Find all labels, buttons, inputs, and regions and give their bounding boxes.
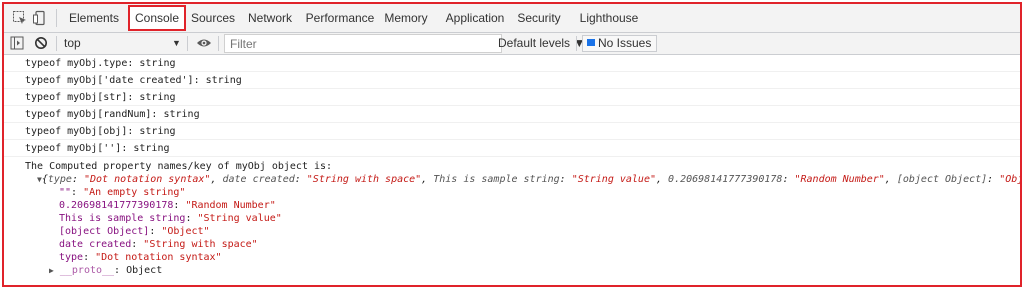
default-levels-dropdown[interactable]: Default levels ▼ xyxy=(498,33,585,54)
console-message: typeof myObj['date created']: string xyxy=(4,72,1020,89)
tab-performance[interactable]: Performance xyxy=(304,4,376,32)
inspect-element-icon[interactable] xyxy=(12,10,28,26)
issues-label: No Issues xyxy=(598,36,652,50)
clear-console-icon[interactable] xyxy=(34,36,50,52)
console-message: typeof myObj['']: string xyxy=(4,140,1020,157)
object-property: type: "Dot notation syntax" xyxy=(59,252,222,263)
console-message: typeof myObj.type: string xyxy=(4,55,1020,72)
object-log-entry: The Computed property names/key of myObj… xyxy=(4,159,1020,285)
divider xyxy=(56,9,57,27)
devtools-frame: Elements Console Sources Network Perform… xyxy=(2,2,1022,287)
object-summary[interactable]: ▼{type: "Dot notation syntax", date crea… xyxy=(37,173,1020,186)
tab-network[interactable]: Network xyxy=(245,4,295,32)
tab-elements[interactable]: Elements xyxy=(68,4,120,32)
object-property: This is sample string: "String value" xyxy=(59,213,282,224)
device-toolbar-icon[interactable] xyxy=(32,10,48,26)
console-output: typeof myObj.type: string typeof myObj['… xyxy=(4,55,1020,285)
divider xyxy=(187,36,188,51)
devtools-tabbar: Elements Console Sources Network Perform… xyxy=(4,4,1020,33)
object-property: "": "An empty string" xyxy=(59,187,186,198)
object-proto[interactable]: ▶ __proto__: Object xyxy=(49,264,162,277)
expand-triangle-icon[interactable]: ▶ xyxy=(49,264,54,277)
issues-icon xyxy=(587,39,595,46)
issues-button[interactable]: No Issues xyxy=(582,35,658,52)
object-property: [object Object]: "Object" xyxy=(59,226,210,237)
divider xyxy=(56,36,57,51)
console-message: typeof myObj[obj]: string xyxy=(4,123,1020,140)
show-sidebar-icon[interactable] xyxy=(10,36,26,52)
context-selector[interactable]: top xyxy=(64,33,81,54)
divider xyxy=(218,36,219,51)
tab-lighthouse[interactable]: Lighthouse xyxy=(577,4,641,32)
console-message: typeof myObj[str]: string xyxy=(4,89,1020,106)
filter-input[interactable] xyxy=(224,34,502,53)
tab-security[interactable]: Security xyxy=(514,4,564,32)
eye-icon[interactable] xyxy=(196,36,212,52)
object-property: date created: "String with space" xyxy=(59,239,258,250)
object-property: 0.20698141777390178: "Random Number" xyxy=(59,200,276,211)
tab-console[interactable]: Console xyxy=(128,5,186,31)
console-message: typeof myObj[randNum]: string xyxy=(4,106,1020,123)
tab-application[interactable]: Application xyxy=(440,4,510,32)
chevron-down-icon[interactable]: ▼ xyxy=(172,33,181,54)
tab-sources[interactable]: Sources xyxy=(190,4,236,32)
tab-memory[interactable]: Memory xyxy=(383,4,429,32)
console-toolbar: top ▼ Default levels ▼ No Issues xyxy=(4,33,1020,55)
divider xyxy=(576,36,577,51)
object-log-heading: The Computed property names/key of myObj… xyxy=(25,161,333,172)
